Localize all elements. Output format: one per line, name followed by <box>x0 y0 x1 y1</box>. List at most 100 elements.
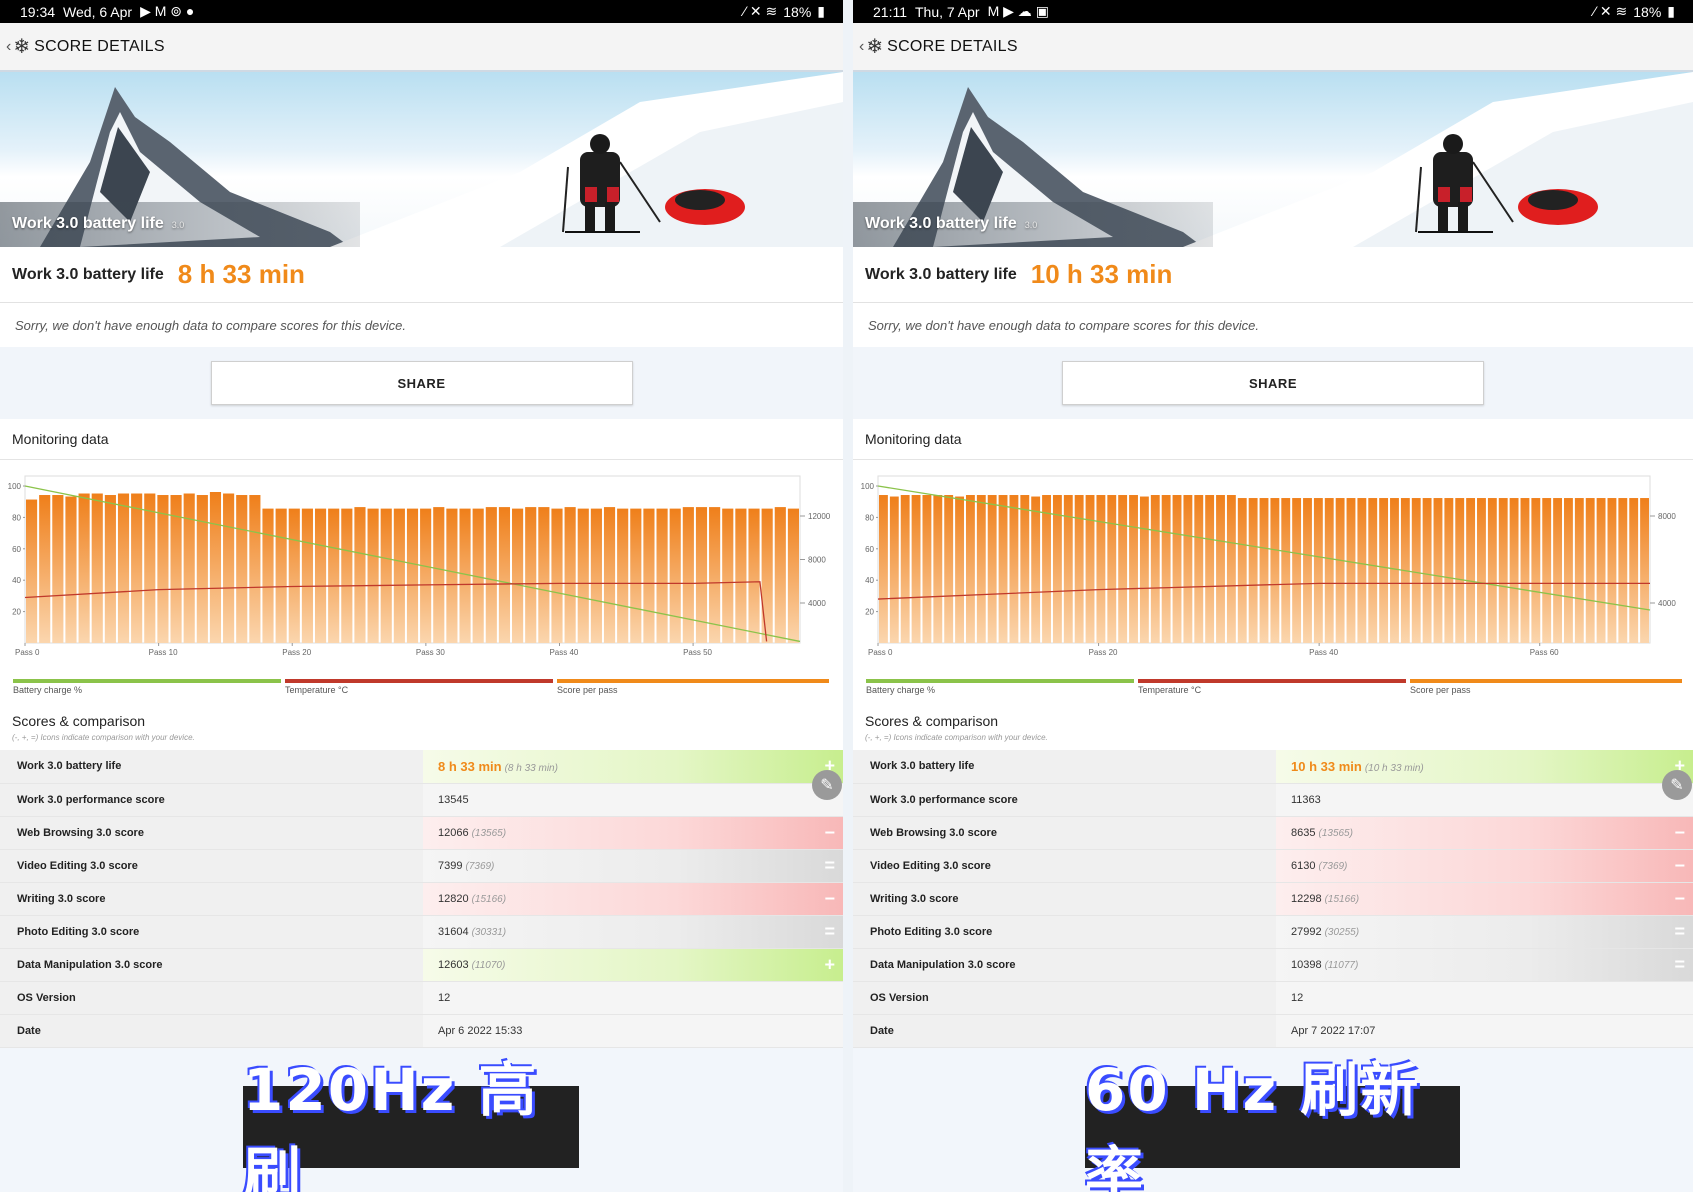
monitoring-chart: 100 80 60 40 20 8000 4000 Pass 0 Pass 20 Pass 40 P… <box>853 460 1693 675</box>
score-bar <box>1487 498 1497 643</box>
score-bar <box>380 508 392 643</box>
score-bar <box>1335 498 1345 643</box>
scores-table: Work 3.0 battery life 8 h 33 min (8 h 33 m… <box>0 750 843 1048</box>
score-bar <box>1574 498 1584 643</box>
back-chevron-icon[interactable]: ‹ <box>6 38 11 56</box>
score-bar <box>1150 495 1160 643</box>
score-bar <box>104 495 116 643</box>
comparison-value: (11070) <box>471 959 506 971</box>
share-button[interactable]: SHARE <box>210 361 633 405</box>
score-bar <box>709 507 721 643</box>
version-badge: 3.0 <box>1024 220 1038 230</box>
score-value-cell: 12 <box>1276 981 1693 1014</box>
legend-score: Score per pass <box>1410 679 1682 701</box>
score-bar <box>1629 498 1639 643</box>
score-bar <box>144 493 156 643</box>
score-bar <box>1368 498 1378 643</box>
score-bar <box>682 507 694 643</box>
score-bar <box>1020 495 1030 643</box>
score-bar <box>590 508 602 643</box>
score-value: 6130 <box>1291 859 1316 872</box>
score-bar <box>131 493 143 643</box>
score-bar <box>262 508 274 643</box>
scores-title: Scores & comparison <box>12 713 146 729</box>
score-value-cell: 10 h 33 min (10 h 33 min) + <box>1276 750 1693 783</box>
score-bar <box>965 495 975 643</box>
legend-score: Score per pass <box>557 679 829 701</box>
score-row: Data Manipulation 3.0 score 12603 (11070) + <box>0 948 843 981</box>
share-button[interactable]: SHARE <box>1062 361 1484 405</box>
edit-pencil-icon[interactable]: ✎ <box>1662 769 1692 800</box>
score-bar <box>209 492 222 643</box>
score-bar <box>1194 495 1204 643</box>
y-tick-label: 60 <box>12 545 21 554</box>
score-bar <box>889 496 899 643</box>
score-bar <box>1640 498 1649 643</box>
y-tick-label: 100 <box>8 482 22 491</box>
edit-pencil-icon[interactable]: ✎ <box>812 769 842 800</box>
chart-legend: Battery charge % Temperature °C Score pe… <box>853 675 1693 705</box>
score-label: Web Browsing 3.0 score <box>853 816 1276 849</box>
score-bar <box>735 508 747 643</box>
comparison-value: (13565) <box>1318 827 1353 839</box>
score-value-cell: 11363 ✎ <box>1276 769 1693 816</box>
score-bar <box>52 495 64 643</box>
result-label: Work 3.0 battery life <box>865 265 1017 283</box>
score-bar <box>446 508 458 643</box>
scores-heading: Scores & comparison (-, +, =) Icons indi… <box>0 705 843 750</box>
score-value: 13545 <box>438 793 469 806</box>
back-chevron-icon[interactable]: ‹ <box>859 38 864 56</box>
scores-table: Work 3.0 battery life 10 h 33 min (10 h 33… <box>853 750 1693 1048</box>
score-value-cell: 8635 (13565) − <box>1276 816 1693 849</box>
status-date: Thu, 7 Apr <box>915 3 980 20</box>
score-bar <box>1259 498 1269 643</box>
score-bar <box>922 495 932 643</box>
score-bar <box>577 508 589 643</box>
score-value: 12066 <box>438 826 469 839</box>
comparison-value: (7369) <box>465 860 495 872</box>
legend-battery: Battery charge % <box>866 679 1134 701</box>
right-screenshot-panel: 21:11 Thu, 7 Apr M ▶ ☁ ▣ ⁄ ✕ ≋ 18% ▮ ‹ ❄… <box>853 0 1693 1192</box>
score-value: 12298 <box>1291 892 1322 905</box>
score-bar <box>78 493 90 643</box>
score-row: Web Browsing 3.0 score 8635 (13565) − <box>853 816 1693 849</box>
comparison-value: (15166) <box>471 893 507 905</box>
y-tick-label: 80 <box>865 513 874 522</box>
score-bar <box>1205 495 1215 643</box>
score-value: 10 h 33 min <box>1291 758 1362 774</box>
app-bar: ‹ ❄ SCORE DETAILS <box>0 23 843 72</box>
status-time: 19:34 <box>20 3 56 20</box>
battery-level: 18% <box>783 3 812 20</box>
score-label: Work 3.0 performance score <box>853 783 1276 816</box>
score-bar <box>722 508 734 643</box>
hero-banner: Work 3.0 battery life 3.0 <box>0 72 843 247</box>
equal-icon: = <box>824 855 835 875</box>
score-bar <box>117 493 130 643</box>
score-value-cell: 8 h 33 min (8 h 33 min) + <box>423 750 843 783</box>
score-value-cell: 12066 (13565) − <box>423 816 843 849</box>
score-bar <box>1042 495 1051 643</box>
score-bar <box>1553 498 1563 643</box>
comparison-notice: Sorry, we don't have enough data to comp… <box>853 303 1693 347</box>
x-tick-label: Pass 20 <box>1089 648 1118 657</box>
equal-icon: = <box>1674 954 1685 974</box>
score-bar <box>1498 498 1508 643</box>
scores-subtitle: (-, +, =) Icons indicate comparison with… <box>865 733 1048 742</box>
chart-legend: Battery charge % Temperature °C Score pe… <box>0 675 843 705</box>
score-bar <box>236 495 248 643</box>
score-bar <box>328 508 340 643</box>
score-bar <box>955 496 964 643</box>
score-bar <box>39 495 51 643</box>
score-value-cell: 10398 (11077) = <box>1276 948 1693 981</box>
score-bar <box>26 499 38 643</box>
score-bar <box>1433 498 1443 643</box>
x-tick-label: Pass 0 <box>15 648 40 657</box>
score-bar <box>911 495 921 643</box>
score-bar <box>551 508 563 643</box>
score-bar <box>223 493 235 643</box>
x-tick-label: Pass 30 <box>416 648 445 657</box>
score-value: 8635 <box>1291 826 1316 839</box>
score-bar <box>1596 498 1606 643</box>
score-bar <box>1455 498 1465 643</box>
score-bar <box>1444 498 1454 643</box>
